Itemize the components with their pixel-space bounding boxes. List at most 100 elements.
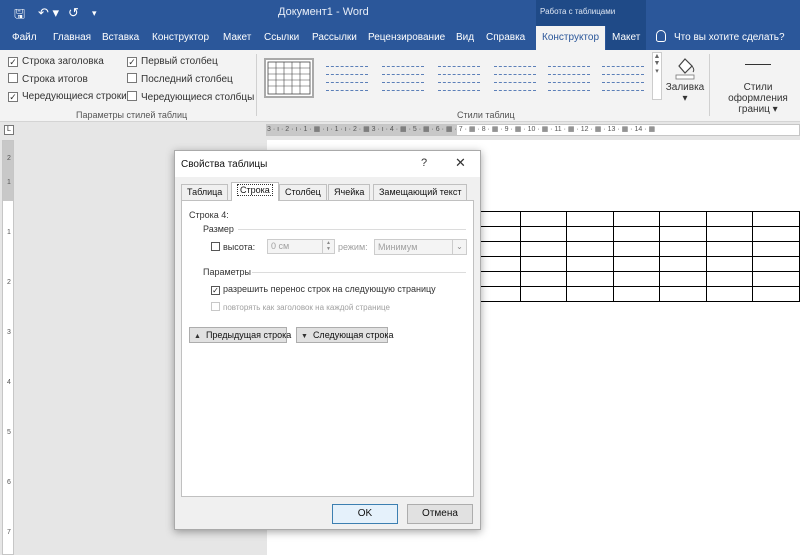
mode-label: режим: [338,242,368,252]
tab-layout[interactable]: Макет [219,26,255,50]
repeat-header-checkbox [211,302,220,311]
undo-icon[interactable]: ↶ ▾ [38,5,59,21]
lightbulb-icon [656,30,666,42]
spinner-arrows-icon[interactable]: ▲ ▼ [322,240,334,253]
banded-columns-option[interactable]: Чередующиеся столбцы [127,91,254,103]
last-column-label: Последний столбец [141,74,233,85]
header-row-label: Строка заголовка [22,56,104,67]
repeat-header-label: повторять как заголовок на каждой страни… [223,303,390,312]
shading-bucket-icon[interactable] [673,54,697,80]
first-column-label: Первый столбец [141,56,218,67]
tab-table-design[interactable]: Конструктор [536,26,606,50]
next-row-label: Следующая строка [312,330,394,340]
row-number-label: Строка 4: [189,210,229,220]
params-section-label: Параметры [203,267,251,277]
header-row-checkbox[interactable]: ✓ [8,57,18,67]
mode-value: Минимум [378,242,418,252]
last-column-checkbox[interactable] [127,73,137,83]
height-option[interactable]: высота: [211,242,255,252]
tab-column-label: Столбец [285,187,321,197]
group-divider [709,54,710,116]
last-column-option[interactable]: Последний столбец [127,73,233,85]
tab-row[interactable]: Строка [231,182,279,201]
tab-alt-text[interactable]: Замещающий текст [373,184,468,200]
table-styles-group-label: Стили таблиц [457,110,515,120]
table-style-3[interactable] [378,58,428,98]
ruler-row: L 3 · ı · 2 · ı · 1 · ▦ · ı · 1 · ı · 2 … [0,122,800,138]
tab-review[interactable]: Рецензирование [364,26,449,50]
table-tools-context: Работа с таблицами [536,0,646,26]
border-line-icon [745,64,771,65]
table-style-7[interactable] [598,58,648,98]
tab-row-label: Строка [237,184,273,196]
document-table[interactable] [473,211,800,302]
border-styles-button[interactable]: Стили оформления границ ▾ [716,82,800,115]
tab-help[interactable]: Справка [482,26,529,50]
first-column-checkbox[interactable]: ✓ [127,57,137,67]
table-style-6[interactable] [544,58,594,98]
tab-cell[interactable]: Ячейка [328,184,371,200]
next-row-button[interactable]: ▼ Следующая строка [296,327,394,343]
style-options-group-label: Параметры стилей таблиц [76,110,188,120]
table-properties-dialog: Свойства таблицы ? ✕ Таблица Строка Стол… [174,150,481,530]
tab-table-label: Таблица [187,187,223,197]
cancel-button[interactable]: Отмена [407,504,473,524]
header-row-option[interactable]: ✓ Строка заголовка [8,56,104,67]
tab-references[interactable]: Ссылки [260,26,303,50]
first-column-option[interactable]: ✓ Первый столбец [127,56,218,67]
allow-break-label: разрешить перенос строк на следующую стр… [223,284,436,294]
table-style-grid[interactable] [264,58,314,98]
allow-break-checkbox[interactable]: ✓ [211,286,220,295]
down-arrow-icon: ▼ [301,333,308,340]
tab-mailings[interactable]: Рассылки [308,26,361,50]
up-arrow-icon: ▲ [194,333,201,340]
close-icon[interactable]: ✕ [455,155,466,171]
total-row-label: Строка итогов [22,74,88,85]
allow-break-option[interactable]: ✓ разрешить перенос строк на следующую ст… [211,284,436,295]
tab-design[interactable]: Конструктор [148,26,213,50]
chevron-down-icon: ⌄ [452,240,466,254]
banded-rows-checkbox[interactable]: ✓ [8,92,18,102]
banded-rows-label: Чередующиеся строки [22,91,127,102]
vertical-ruler[interactable]: 2 1 1 2 3 4 5 6 7 [2,140,14,555]
ok-button[interactable]: OK [332,504,398,524]
table-style-2[interactable] [322,58,372,98]
banded-rows-option[interactable]: ✓ Чередующиеся строки [8,91,127,102]
tell-me-search[interactable]: Что вы хотите сделать? [656,26,785,50]
ruler-scale: 3 · ı · 2 · ı · 1 · ▦ · ı · 1 · ı · 2 · … [267,126,656,133]
save-icon[interactable]: 🖫 [14,5,25,27]
redo-icon[interactable]: ↺ [68,5,79,21]
table-style-5[interactable] [490,58,540,98]
gallery-scroll[interactable]: ▲ ▼ ▾ [652,52,662,100]
ribbon: ✓ Строка заголовка Строка итогов ✓ Чередую… [0,50,800,122]
tab-file[interactable]: Файл [8,26,41,50]
horizontal-ruler[interactable]: 3 · ı · 2 · ı · 1 · ▦ · ı · 1 · ı · 2 · … [266,124,800,136]
tab-table[interactable]: Таблица [181,184,229,200]
total-row-checkbox[interactable] [8,73,18,83]
shading-button[interactable]: Заливка ▾ [664,82,706,104]
height-label: высота: [223,242,256,252]
customize-toolbar-icon[interactable]: ▾ [92,8,97,19]
tab-table-layout[interactable]: Макет [606,26,647,50]
tab-column[interactable]: Столбец [279,184,327,200]
dialog-title: Свойства таблицы [181,159,268,170]
border-styles-label: Стили оформления [728,82,788,104]
tab-home[interactable]: Главная [49,26,95,50]
tab-view[interactable]: Вид [452,26,478,50]
mode-dropdown[interactable]: Минимум ⌄ [374,239,467,255]
table-style-4[interactable] [434,58,484,98]
shading-label: Заливка [665,82,705,93]
border-styles-label-2: границ [738,104,770,115]
size-section-label: Размер [203,224,234,234]
tab-insert[interactable]: Вставка [98,26,143,50]
tab-selector[interactable]: L [4,125,14,135]
banded-columns-checkbox[interactable] [127,91,137,101]
height-checkbox[interactable] [211,242,220,251]
total-row-option[interactable]: Строка итогов [8,73,88,85]
banded-columns-label: Чередующиеся столбцы [141,92,255,103]
previous-row-button[interactable]: ▲ Предыдущая строка [189,327,291,343]
dialog-header: Свойства таблицы ? ✕ [175,151,480,177]
tab-cell-label: Ячейка [334,187,365,197]
height-spinner[interactable]: 0 см ▲ ▼ [267,239,335,254]
help-icon[interactable]: ? [421,157,427,169]
